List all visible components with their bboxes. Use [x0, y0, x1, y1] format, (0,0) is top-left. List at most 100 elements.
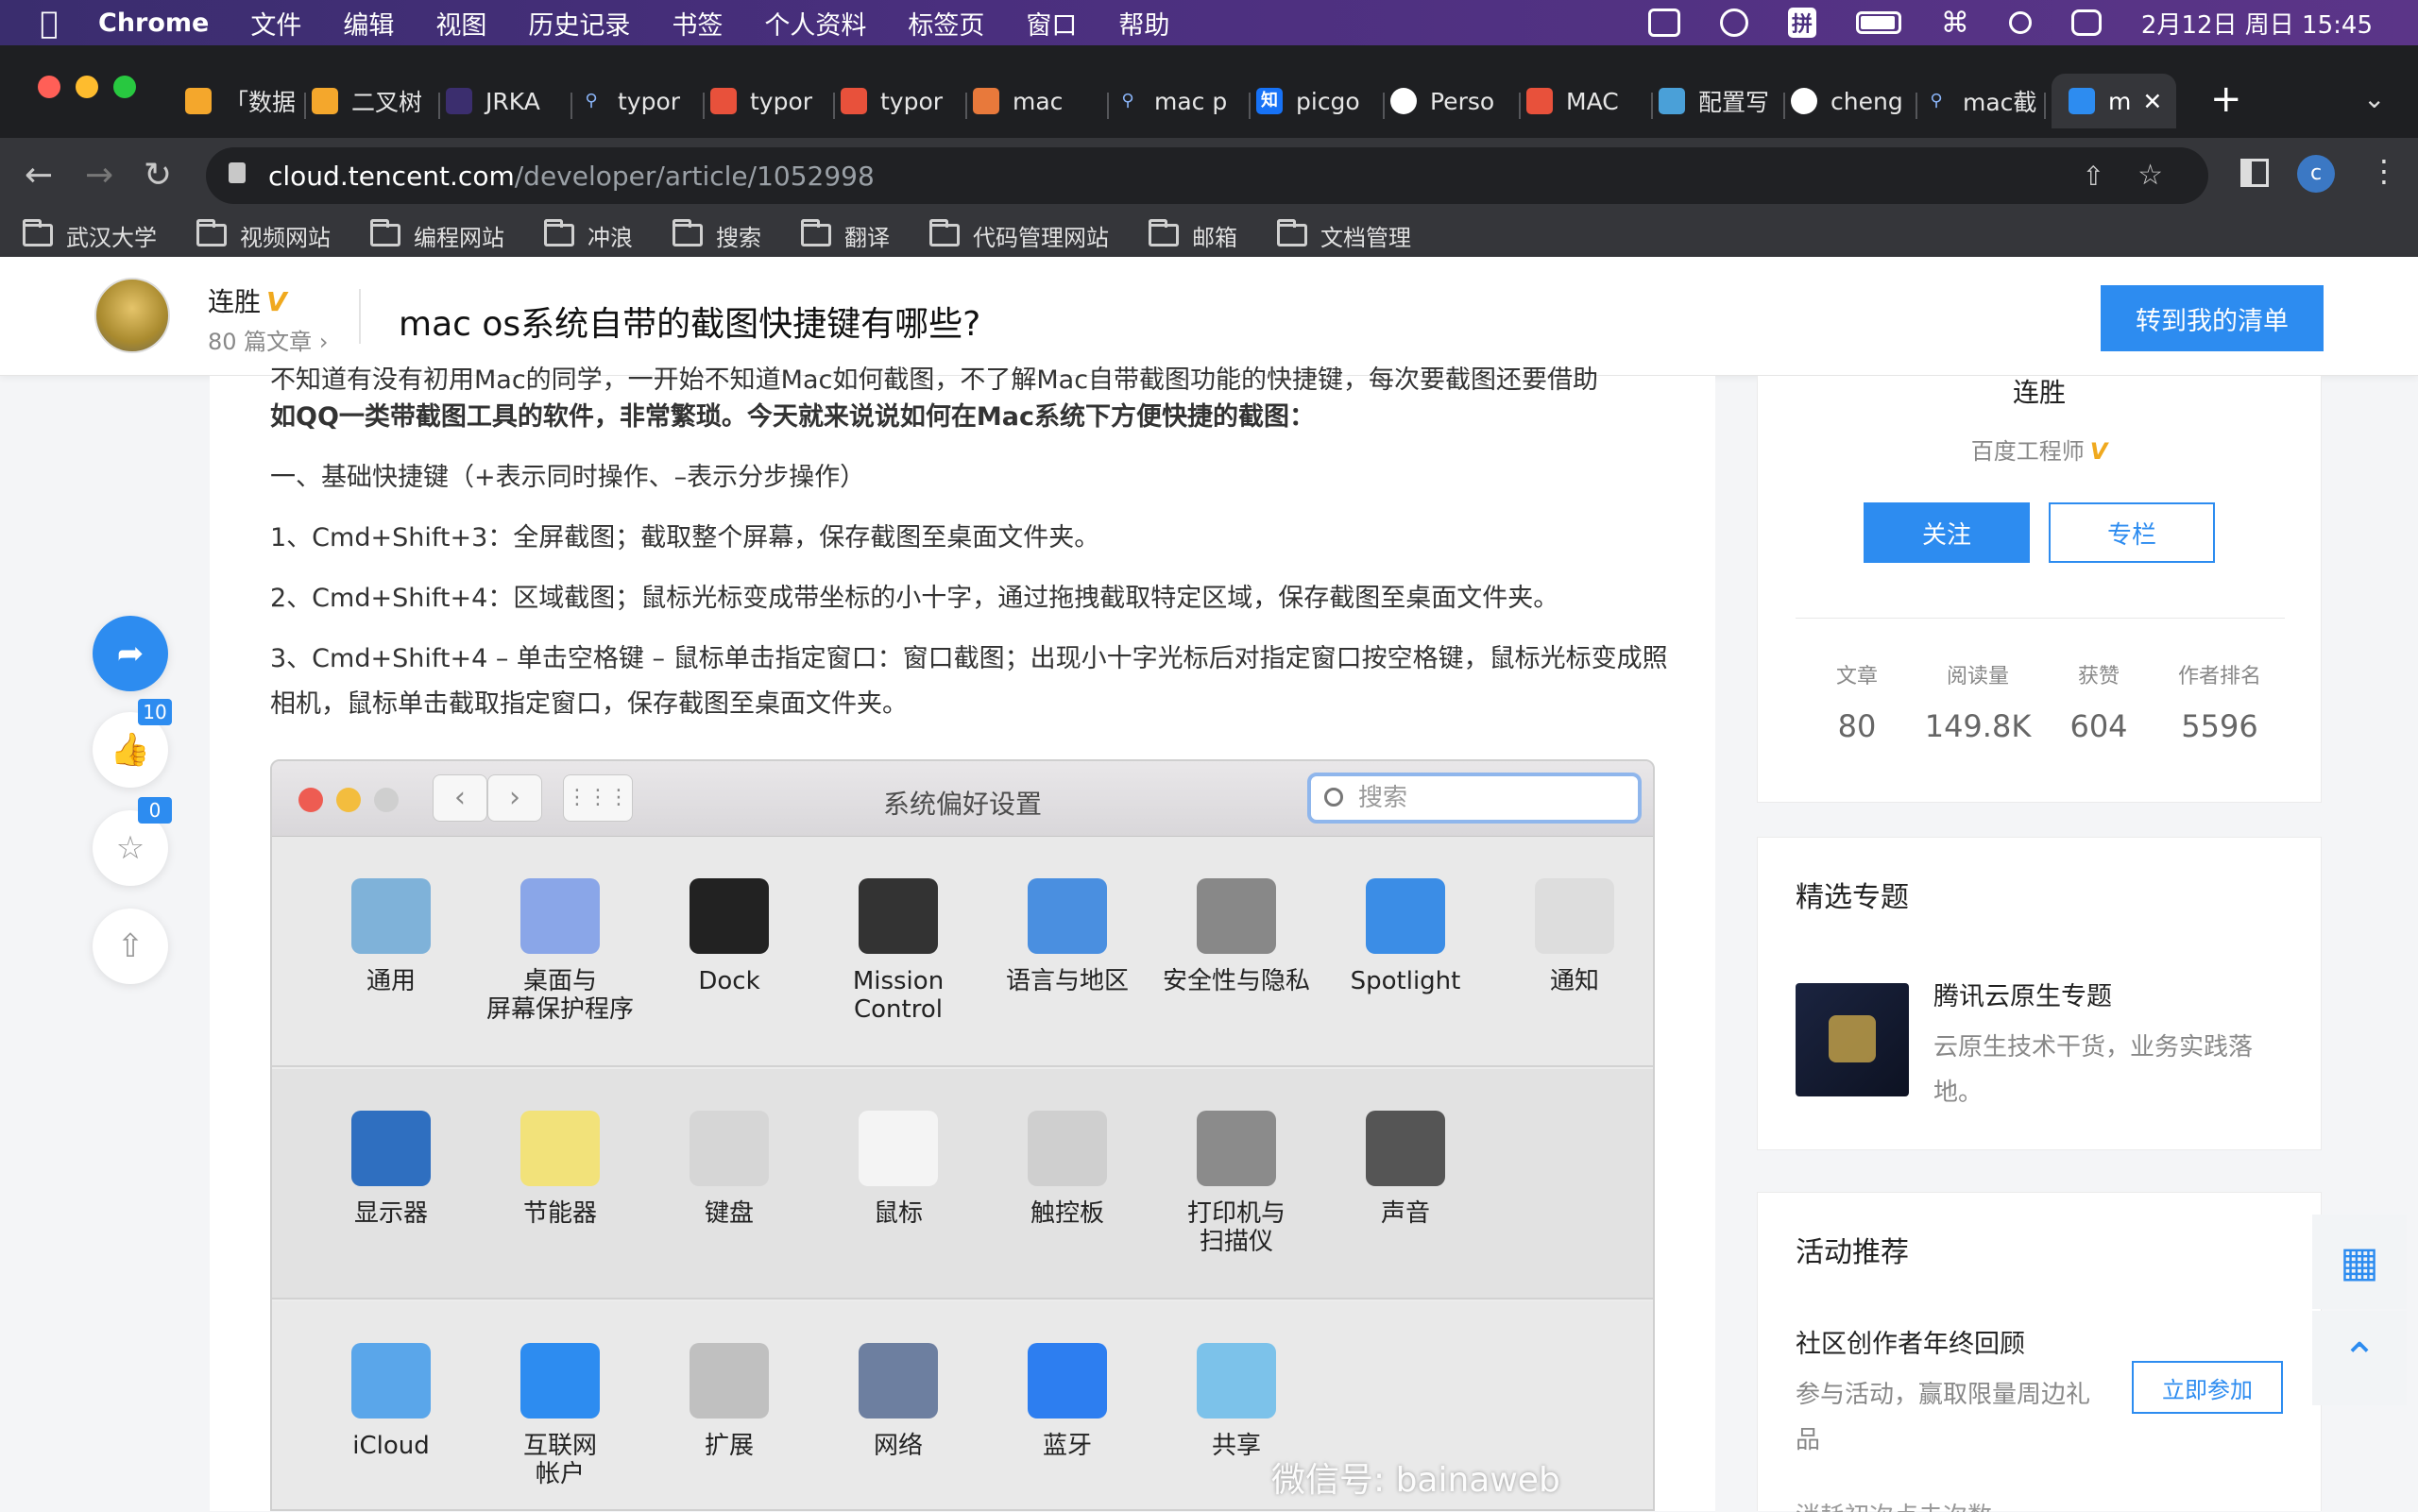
share-icon[interactable]: ⇧ — [2083, 161, 2104, 192]
menu-profiles[interactable]: 个人资料 — [764, 5, 866, 42]
menu-bookmarks[interactable]: 书签 — [672, 5, 723, 42]
reload-button[interactable]: ↻ — [144, 157, 172, 195]
bookmark-folder[interactable]: 翻译 — [801, 219, 890, 252]
browser-tab[interactable]: ⚲ mac p — [1115, 74, 1241, 128]
side-panel-icon[interactable] — [2240, 159, 2269, 187]
apple-menu-icon[interactable]:  — [0, 5, 98, 41]
bookmark-folder[interactable]: 文档管理 — [1277, 219, 1411, 252]
bookmark-folder[interactable]: 冲浪 — [544, 219, 633, 252]
author-avatar[interactable] — [94, 278, 170, 353]
bookmark-folder[interactable]: 代码管理网站 — [929, 219, 1109, 252]
wifi-icon[interactable]: ⌘ — [1941, 7, 1969, 40]
like-button[interactable]: 👍 10 — [93, 699, 172, 788]
menu-edit[interactable]: 编辑 — [343, 5, 394, 42]
export-button[interactable]: ⇧ — [93, 909, 168, 984]
prefs-pane-icon — [1366, 878, 1445, 954]
browser-tab[interactable]: 「数据 — [185, 74, 298, 128]
chrome-menu-icon[interactable]: ⋮ — [2369, 153, 2399, 189]
spotlight-search-icon[interactable] — [2008, 11, 2032, 34]
bookmark-folder[interactable]: 武汉大学 — [23, 219, 157, 252]
browser-tab[interactable]: mac — [973, 74, 1099, 128]
author-stat: 作者排名 5596 — [2158, 659, 2281, 744]
prefs-pane-label: 扩展 — [704, 1432, 754, 1460]
prefs-pane-icon — [690, 1343, 769, 1419]
input-method-icon[interactable]: 拼 — [1787, 8, 1816, 38]
menu-help[interactable]: 帮助 — [1118, 5, 1169, 42]
folder-icon — [929, 219, 960, 246]
back-to-top-icon[interactable]: ⌃ — [2312, 1311, 2407, 1405]
browser-tab[interactable]: 知 picgo — [1256, 74, 1375, 128]
browser-tab[interactable]: ⚲ mac截 — [1923, 74, 2040, 128]
window-close-button[interactable] — [38, 76, 60, 98]
browser-tab[interactable]: 二叉树 — [312, 74, 427, 128]
menubar-clock[interactable]: 2月12日 周日 15:45 — [2141, 6, 2373, 41]
author-name[interactable]: 连胜 V — [208, 281, 287, 319]
topic-thumbnail[interactable] — [1796, 983, 1909, 1096]
window-minimize-button[interactable] — [76, 76, 98, 98]
menu-file[interactable]: 文件 — [250, 5, 301, 42]
back-button[interactable]: ← — [25, 157, 53, 195]
play-status-icon[interactable] — [1719, 8, 1748, 37]
tab-separator — [438, 93, 440, 119]
stat-value: 149.8K — [1924, 708, 2032, 744]
prefs-row-1: 通用 桌面与 屏幕保护程序 Dock Mission Control 语言与地区 安全性与… — [272, 837, 1653, 1067]
author-card-name[interactable]: 连胜 — [1758, 372, 2321, 410]
share-float-button[interactable]: ➦ — [93, 616, 168, 691]
close-tab-icon[interactable]: ✕ — [2142, 88, 2162, 115]
author-name-text[interactable]: 连胜 — [208, 286, 261, 317]
author-stat: 文章 80 — [1796, 659, 1918, 744]
browser-tab[interactable]: typor — [841, 74, 956, 128]
browser-tab[interactable]: 配置写 — [1659, 74, 1776, 128]
prefs-pane-item: 声音 — [1320, 1111, 1490, 1228]
bookmark-folder[interactable]: 编程网站 — [370, 219, 504, 252]
browser-tab[interactable]: Perso — [1390, 74, 1511, 128]
menu-window[interactable]: 窗口 — [1026, 5, 1077, 42]
article-count-text[interactable]: 80 篇文章 — [208, 329, 312, 355]
search-favicon-icon: ⚲ — [1121, 91, 1134, 110]
browser-tab[interactable]: ⚲ typor — [578, 74, 693, 128]
bookmark-folder[interactable]: 搜索 — [673, 219, 761, 252]
window-zoom-button[interactable] — [113, 76, 136, 98]
bookmark-folder[interactable]: 邮箱 — [1149, 219, 1237, 252]
battery-icon[interactable] — [1855, 11, 1901, 34]
like-count-badge: 10 — [138, 699, 172, 725]
browser-tab[interactable]: MAC — [1526, 74, 1643, 128]
browser-tab[interactable]: JRKA — [446, 74, 563, 128]
url-path: /developer/article/1052998 — [514, 160, 875, 192]
menu-app-chrome[interactable]: Chrome — [98, 8, 209, 38]
address-bar[interactable]: cloud.tencent.com/developer/article/1052… — [206, 147, 2208, 204]
author-article-count[interactable]: 80 篇文章 › — [208, 323, 328, 356]
forward-button[interactable]: → — [85, 157, 113, 195]
follow-button[interactable]: 关注 — [1864, 502, 2030, 563]
menu-tabs[interactable]: 标签页 — [908, 5, 984, 42]
join-activity-button[interactable]: 立即参加 — [2132, 1361, 2283, 1414]
go-to-my-list-button[interactable]: 转到我的清单 — [2101, 285, 2324, 351]
new-tab-button[interactable]: + — [2210, 77, 2242, 121]
folder-icon — [801, 219, 831, 246]
site-favicon-icon — [710, 88, 737, 114]
browser-tab[interactable]: cheng — [1791, 74, 1908, 128]
browser-tab[interactable]: typor — [710, 74, 826, 128]
article-paragraph-3: 1、Cmd+Shift+3：全屏截图；截取整个屏幕，保存截图至桌面文件夹。 — [270, 523, 1100, 552]
activity-next-item[interactable]: 消耗初次点击次数 — [1796, 1497, 1992, 1512]
tab-search-chevron-icon[interactable]: ⌄ — [2363, 83, 2385, 114]
image-tool-icon[interactable] — [1647, 8, 1680, 37]
folder-icon — [544, 219, 574, 246]
prefs-pane-item: 互联网 帐户 — [475, 1343, 645, 1488]
qr-code-icon[interactable]: ▦ — [2312, 1215, 2407, 1309]
browser-tab[interactable]: m ✕ — [2052, 74, 2176, 128]
menu-history[interactable]: 历史记录 — [528, 5, 630, 42]
lock-icon[interactable] — [229, 162, 246, 183]
prefs-pane-icon — [859, 878, 938, 954]
favorite-button[interactable]: ☆ 0 — [93, 797, 172, 886]
column-button[interactable]: 专栏 — [2049, 502, 2215, 563]
activity-card: 活动推荐 社区创作者年终回顾 参与活动，赢取限量周边礼品 立即参加 消耗初次点击… — [1757, 1192, 2322, 1512]
activity-title[interactable]: 社区创作者年终回顾 — [1796, 1323, 2025, 1360]
menu-view[interactable]: 视图 — [435, 5, 486, 42]
bookmark-star-icon[interactable]: ☆ — [2137, 159, 2163, 192]
folder-icon — [370, 219, 400, 246]
bookmark-folder[interactable]: 视频网站 — [196, 219, 331, 252]
control-center-icon[interactable] — [2070, 9, 2102, 36]
topic-title[interactable]: 腾讯云原生专题 — [1933, 976, 2112, 1012]
profile-avatar[interactable]: c — [2297, 155, 2335, 193]
